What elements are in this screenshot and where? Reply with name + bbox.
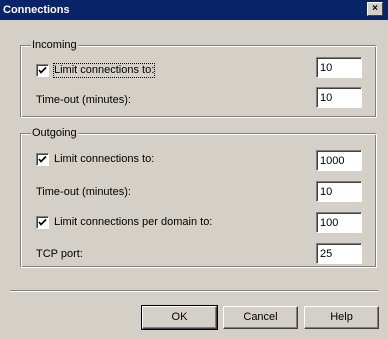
outgoing-tcp-port-field[interactable] bbox=[316, 243, 362, 264]
incoming-timeout-label: Time-out (minutes): bbox=[36, 94, 131, 106]
cancel-button[interactable]: Cancel bbox=[223, 306, 298, 329]
outgoing-timeout-field[interactable] bbox=[316, 181, 362, 202]
incoming-group-label: Incoming bbox=[31, 39, 78, 52]
separator bbox=[10, 290, 378, 292]
incoming-timeout-field[interactable] bbox=[316, 87, 362, 108]
outgoing-limit-connections-field[interactable] bbox=[316, 150, 362, 171]
close-icon: × bbox=[372, 3, 378, 14]
checkmark-icon bbox=[38, 218, 47, 226]
outgoing-limit-per-domain-checkbox[interactable] bbox=[36, 216, 49, 229]
checkmark-icon bbox=[38, 155, 47, 163]
window-title: Connections bbox=[3, 4, 70, 16]
outgoing-limit-connections-checkbox[interactable] bbox=[36, 153, 49, 166]
outgoing-tcp-port-label: TCP port: bbox=[36, 248, 83, 260]
ok-button[interactable]: OK bbox=[141, 305, 218, 330]
outgoing-limit-per-domain-field[interactable] bbox=[316, 212, 362, 233]
outgoing-limit-per-domain-label[interactable]: Limit connections per domain to: bbox=[54, 216, 212, 229]
outgoing-limit-connections-label[interactable]: Limit connections to: bbox=[54, 153, 154, 166]
outgoing-group-label: Outgoing bbox=[31, 127, 78, 140]
incoming-limit-connections-label[interactable]: Limit connections to: bbox=[52, 63, 156, 78]
checkmark-icon bbox=[38, 66, 47, 74]
incoming-limit-connections-checkbox[interactable] bbox=[36, 64, 49, 77]
incoming-limit-connections-field[interactable] bbox=[316, 57, 362, 78]
help-button[interactable]: Help bbox=[304, 306, 379, 329]
close-button[interactable]: × bbox=[367, 2, 383, 16]
outgoing-timeout-label: Time-out (minutes): bbox=[36, 186, 131, 198]
